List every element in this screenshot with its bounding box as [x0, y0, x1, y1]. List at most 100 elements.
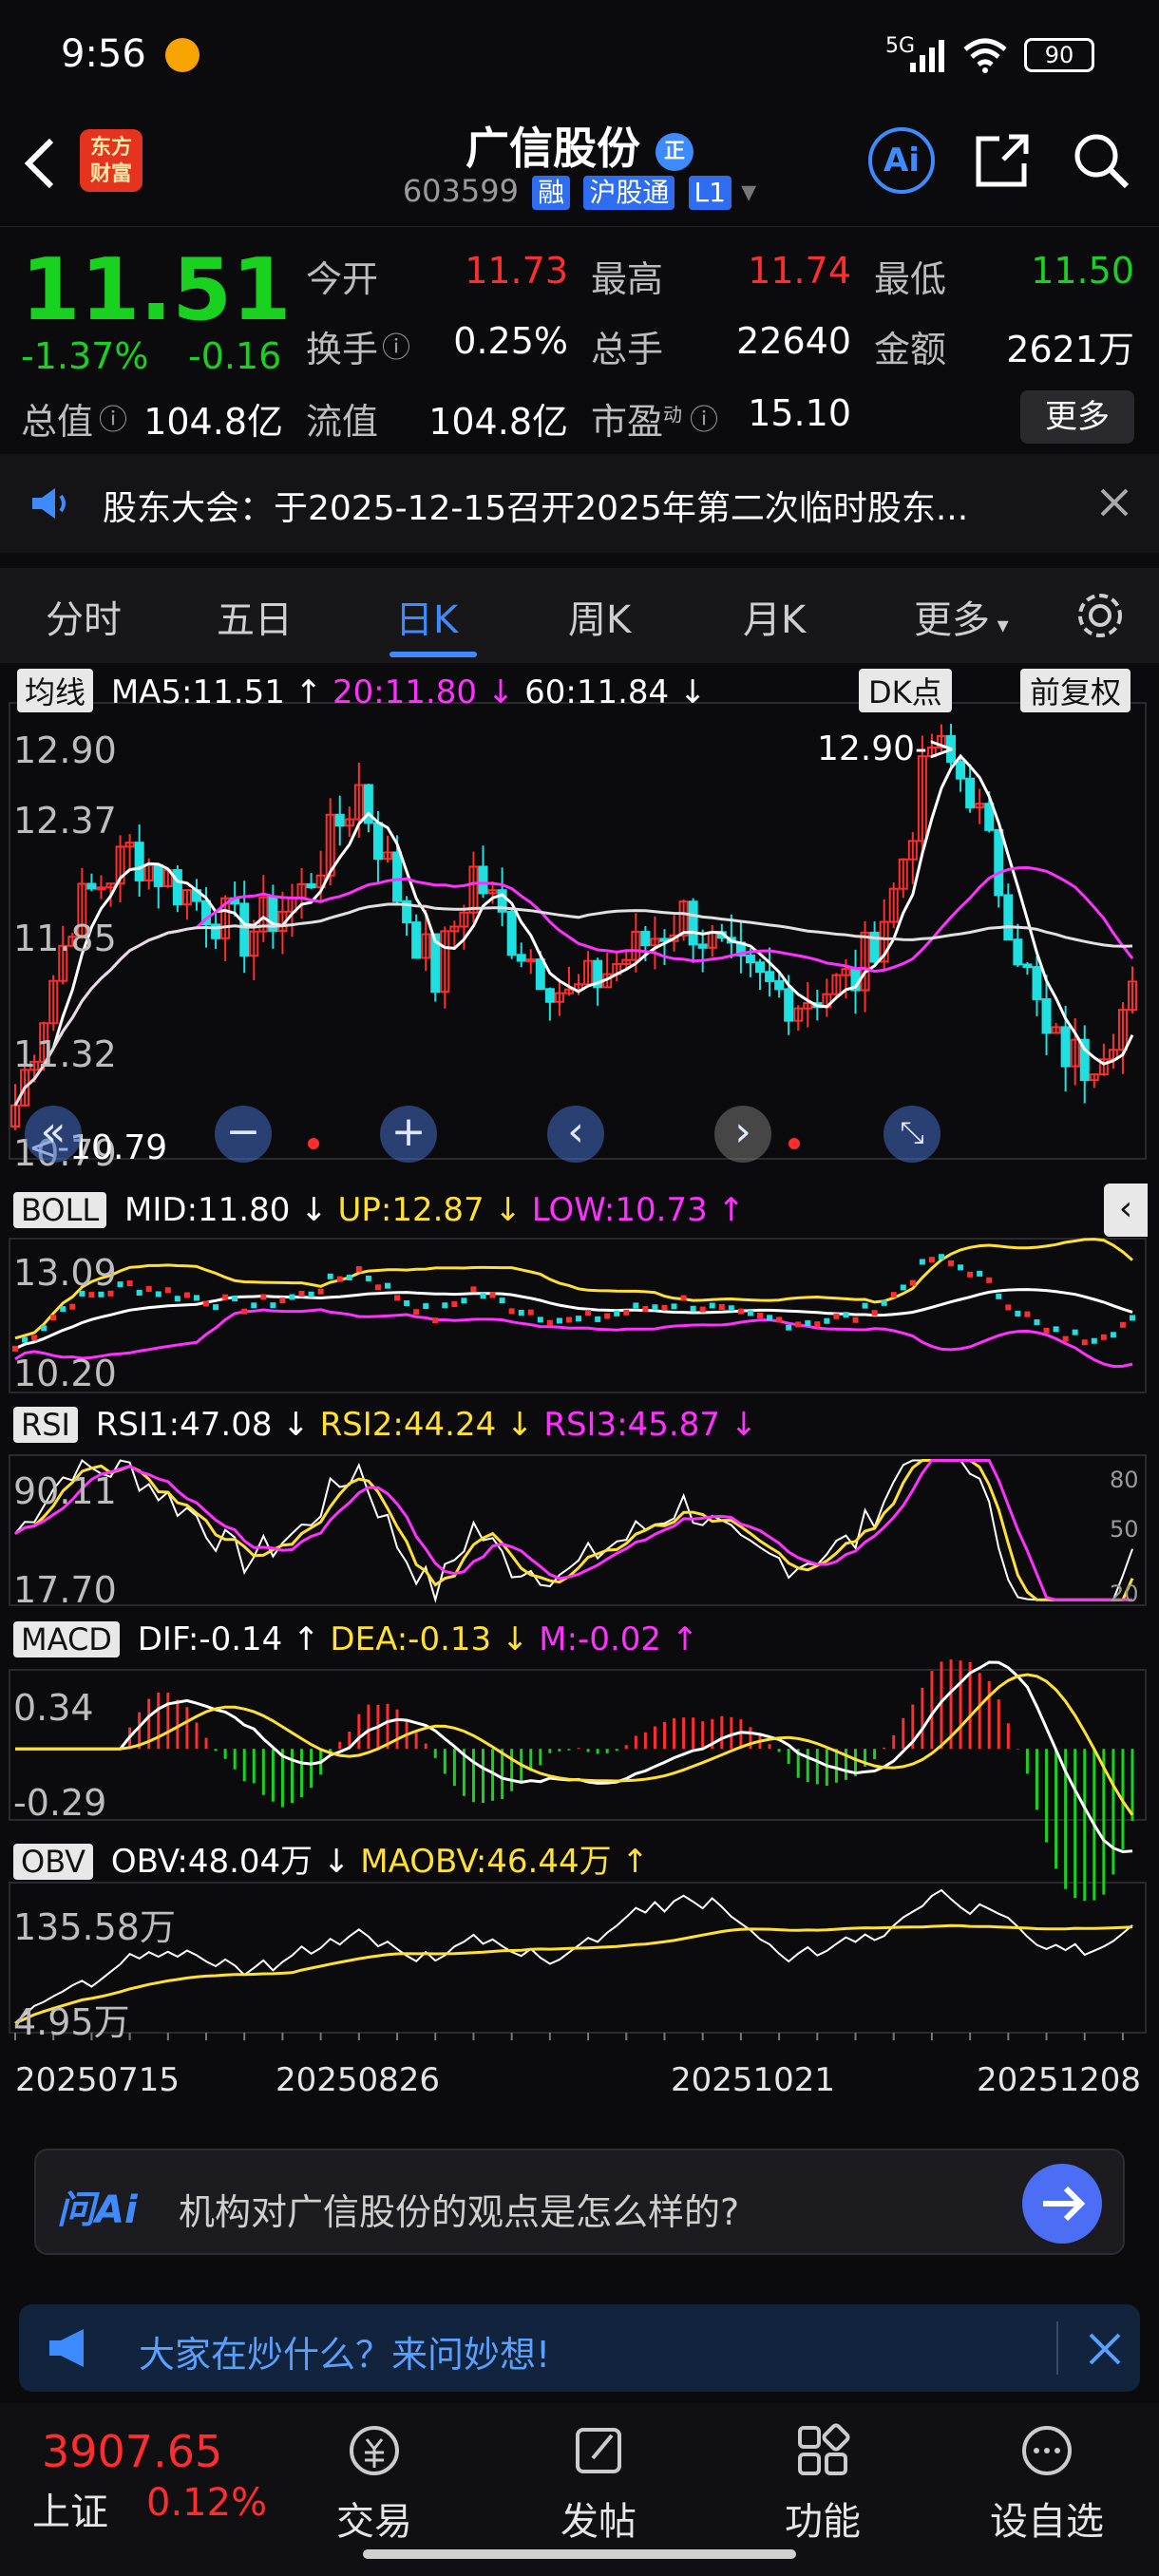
macd-dea-line	[15, 1673, 1134, 1816]
tab-week-k[interactable]: 周K	[568, 589, 631, 644]
boll-chip[interactable]: BOLL	[13, 1192, 107, 1228]
prev-icon[interactable]: ‹	[547, 1106, 604, 1163]
notice-bar[interactable]: 股东大会：于2025-12-15召开2025年第二次临时股东...	[0, 454, 1159, 553]
boll-candle	[881, 1299, 887, 1306]
boll-candle	[518, 1310, 524, 1316]
boll-candle	[833, 1313, 840, 1319]
info-icon[interactable]: ⓘ	[690, 396, 718, 438]
boll-candle	[308, 1291, 314, 1297]
candle-body	[774, 979, 785, 991]
open-label: 今开	[306, 258, 379, 300]
low-value: 11.50	[1031, 250, 1134, 292]
close-icon[interactable]	[1087, 2331, 1123, 2367]
boll-candle	[126, 1280, 133, 1287]
candle-body	[755, 961, 765, 974]
tab-month-k[interactable]: 月K	[743, 589, 806, 644]
boll-candle	[213, 1304, 219, 1311]
boll-candle	[595, 1316, 601, 1322]
hot-topics-bar[interactable]: 大家在炒什么？来问妙想!	[19, 2304, 1140, 2392]
pan-left-icon[interactable]: «	[25, 1106, 82, 1163]
boll-candle	[270, 1302, 276, 1309]
grid-icon	[798, 2423, 850, 2475]
trade-icon	[350, 2426, 399, 2475]
date-label: 20251021	[671, 2061, 836, 2099]
boll-candle	[757, 1312, 763, 1318]
nav-watchlist[interactable]: 设自选	[961, 2422, 1132, 2546]
boll-candle	[241, 1308, 248, 1315]
candle-body	[372, 822, 383, 861]
index-change: 0.12%	[146, 2481, 268, 2525]
nav-functions-label: 功能	[785, 2500, 861, 2544]
zoom-out-icon[interactable]: −	[215, 1106, 272, 1163]
zoom-in-icon[interactable]: +	[380, 1106, 437, 1163]
candle-body	[697, 943, 708, 949]
boll-candle	[432, 1317, 439, 1324]
boll-candle	[232, 1296, 238, 1302]
candle-body	[86, 882, 97, 890]
boll-candle	[404, 1299, 410, 1306]
pe-value: 15.10	[748, 392, 851, 434]
candle-body	[956, 760, 966, 780]
boll-candle	[60, 1306, 66, 1313]
tab-timeshare[interactable]: 分时	[46, 589, 122, 644]
ask-ai-logo: 问Ai	[57, 2188, 138, 2232]
tab-day-k[interactable]: 日K	[395, 589, 458, 644]
nav-post-label: 发帖	[560, 2500, 636, 2544]
macd-chip[interactable]: MACD	[13, 1621, 120, 1657]
fullscreen-icon[interactable]: ⤡	[884, 1106, 940, 1163]
close-icon[interactable]	[1098, 486, 1130, 519]
macd-dea: DEA:-0.13 ↓	[330, 1620, 529, 1658]
settings-icon[interactable]	[1074, 589, 1127, 642]
candle-body	[516, 954, 526, 962]
boll-candle	[374, 1284, 381, 1291]
boll-candle	[31, 1335, 38, 1341]
boll-up-line	[14, 1238, 1133, 1340]
candle-body	[745, 954, 755, 964]
candle-body	[1041, 997, 1052, 1034]
send-button[interactable]	[1022, 2164, 1102, 2244]
boll-candle	[527, 1309, 534, 1316]
boll-candle	[69, 1303, 76, 1310]
nav-trade[interactable]: 交易	[289, 2422, 460, 2546]
rsi-legend: RSI RSI1:47.08 ↓ RSI2:44.24 ↓ RSI3:45.87…	[13, 1406, 757, 1444]
obv-chip[interactable]: OBV	[13, 1844, 94, 1880]
info-icon[interactable]: ⓘ	[382, 324, 410, 366]
next-icon[interactable]: ›	[714, 1106, 771, 1163]
boll-candle	[183, 1292, 190, 1298]
info-icon[interactable]: ⓘ	[99, 396, 127, 438]
index-value[interactable]: 3907.65	[42, 2426, 222, 2477]
more-button[interactable]: 更多	[1020, 390, 1134, 444]
rsi-chip[interactable]: RSI	[13, 1407, 78, 1443]
tab-five-day[interactable]: 五日	[217, 589, 293, 644]
boll-candle	[852, 1316, 859, 1323]
ma-chip[interactable]: 均线	[17, 669, 94, 712]
last-price: 11.51	[21, 240, 292, 340]
nav-functions[interactable]: 功能	[737, 2422, 908, 2546]
low-label: 最低	[874, 258, 947, 300]
kline-y-2: 12.37	[13, 800, 117, 842]
nav-post[interactable]: 发帖	[513, 2422, 684, 2546]
macd-dif-line	[15, 1660, 1133, 1854]
boll-candle	[795, 1321, 802, 1328]
search-icon[interactable]	[1070, 129, 1132, 192]
boll-candle	[461, 1297, 467, 1304]
tab-more[interactable]: 更多 ▾	[914, 589, 1009, 644]
candle-body	[784, 988, 794, 1022]
notification-icon	[165, 38, 200, 72]
home-indicator	[363, 2549, 796, 2559]
dk-marker	[788, 1138, 800, 1149]
dk-button[interactable]: DK点	[859, 669, 952, 712]
ai-button[interactable]: Ai	[868, 127, 935, 194]
adjust-button[interactable]: 前复权	[1020, 669, 1131, 712]
dropdown-icon[interactable]: ▾	[741, 173, 756, 209]
ma20-legend: 20:11.80 ↓	[332, 673, 515, 711]
stock-header: 东方 财富 广信股份 正 603599 融 沪股通 L1 ▾ Ai	[0, 114, 1159, 226]
float-label: 流值	[306, 401, 379, 443]
boll-candle	[1015, 1310, 1021, 1316]
ask-ai-bar[interactable]: 问Ai 机构对广信股份的观点是怎么样的?	[34, 2149, 1125, 2255]
tag-level: L1	[688, 176, 732, 210]
boll-candle	[317, 1288, 324, 1295]
battery-icon: 90	[1024, 38, 1094, 72]
share-icon[interactable]	[971, 129, 1034, 192]
collapse-icon[interactable]: ‹	[1104, 1184, 1148, 1237]
